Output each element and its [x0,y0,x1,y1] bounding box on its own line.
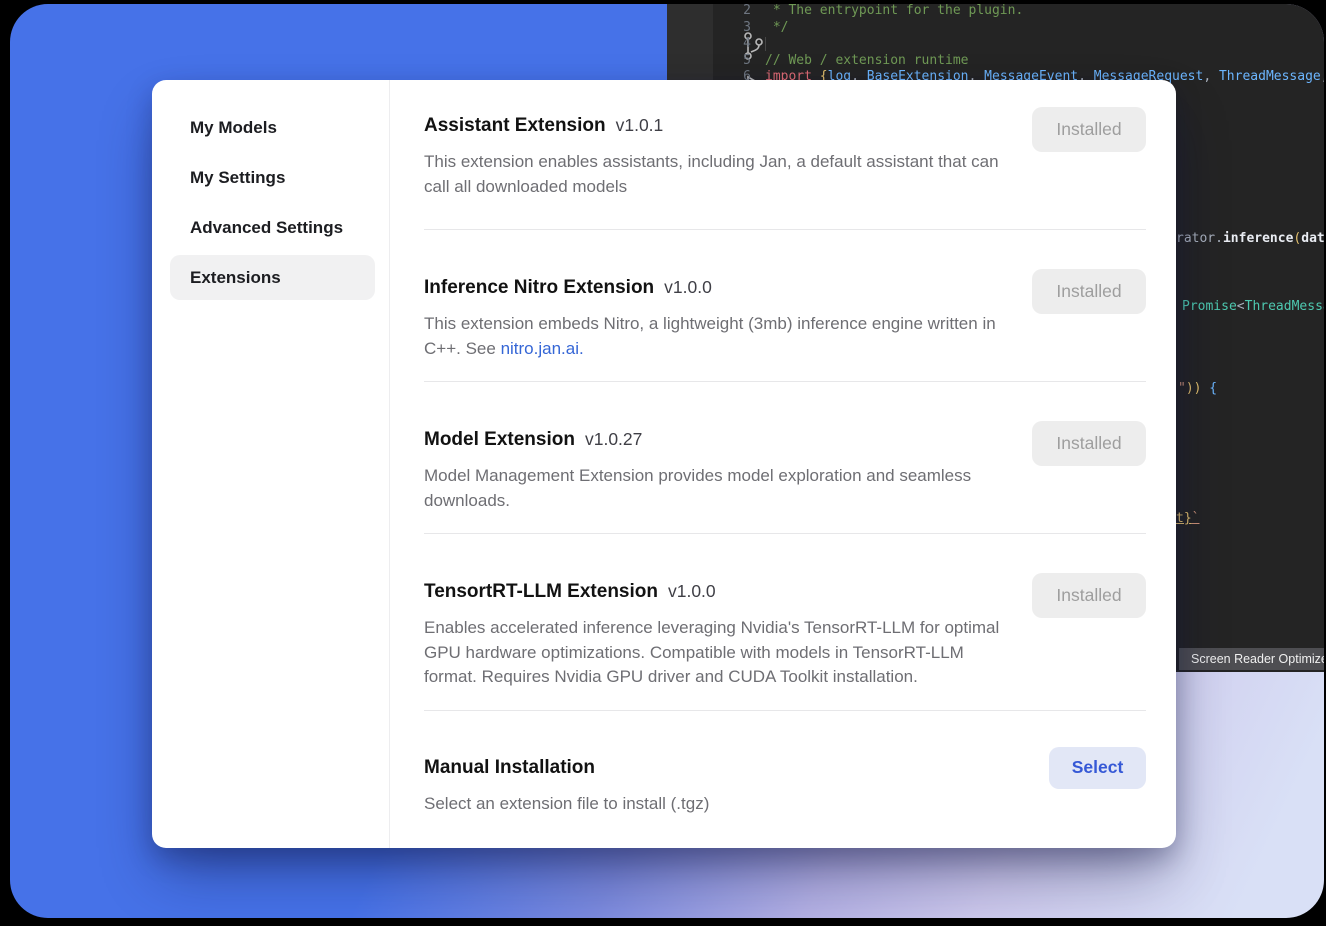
extension-row-tensortrt-llm-extension: TensortRT-LLM Extension v1.0.0 Enables acc… [424,534,1146,711]
sidebar-item-advanced-settings[interactable]: Advanced Settings [170,205,375,250]
sidebar-item-extensions[interactable]: Extensions [170,255,375,300]
extension-action: Installed [1032,274,1146,314]
extension-name: TensortRT-LLM Extension [424,581,658,602]
extension-description: Model Management Extension provides mode… [424,464,1009,513]
extension-description: Enables accelerated inference leveraging… [424,616,1009,690]
extension-title: TensortRT-LLM Extension v1.0.0 [424,578,1009,605]
code-fragment: rator.inference(data)); [1176,230,1324,247]
extension-action: Installed [1032,578,1146,618]
sidebar-item-my-models[interactable]: My Models [170,105,375,150]
extension-description: This extension embeds Nitro, a lightweig… [424,312,1009,361]
extension-title: Model Extension v1.0.27 [424,426,1009,453]
settings-sidebar: My Models My Settings Advanced Settings Ext… [152,80,390,848]
code-line: 3 */ [667,19,1324,36]
extension-name: Model Extension [424,429,575,450]
sidebar-item-my-settings[interactable]: My Settings [170,155,375,200]
extension-version: v1.0.0 [668,581,716,601]
extension-version: v1.0.27 [585,429,642,449]
extension-info: Manual Installation Select an extension f… [424,755,1009,817]
link-nitro-jan-ai[interactable]: nitro.jan.ai. [501,339,584,358]
extension-action: Select [1032,755,1146,789]
extensions-list: Assistant Extension v1.0.1 This extension … [390,80,1176,848]
extension-name: Manual Installation [424,757,595,778]
installed-button[interactable]: Installed [1032,573,1146,618]
code-line: 2 * The entrypoint for the plugin. [667,4,1324,19]
extension-info: Model Extension v1.0.27 Model Management E… [424,426,1009,513]
extension-action: Installed [1032,426,1146,466]
app-window: 2 * The entrypoint for the plugin.3 */45… [10,4,1324,918]
extension-version: v1.0.0 [664,277,712,297]
extension-version: v1.0.1 [616,115,664,135]
select-button[interactable]: Select [1049,747,1146,789]
extension-name: Assistant Extension [424,115,606,136]
extension-row-model-extension: Model Extension v1.0.27 Model Management E… [424,382,1146,534]
extension-action: Installed [1032,112,1146,152]
extension-description: This extension enables assistants, inclu… [424,150,1009,199]
extension-info: TensortRT-LLM Extension v1.0.0 Enables acc… [424,578,1009,690]
extension-row-manual-installation: Manual Installation Select an extension f… [424,711,1146,837]
code-fragment: Promise<ThreadMessage> [1182,298,1324,315]
extension-name: Inference Nitro Extension [424,277,654,298]
extension-info: Inference Nitro Extension v1.0.0 This exte… [424,274,1009,361]
code-line: 4 [667,35,1324,52]
statusbar-tab-screen-reader[interactable]: Screen Reader Optimized [1179,648,1324,670]
installed-button[interactable]: Installed [1032,107,1146,152]
extension-description: Select an extension file to install (.tg… [424,792,1009,817]
extension-row-inference-nitro-extension: Inference Nitro Extension v1.0.0 This exte… [424,230,1146,382]
extension-title: Assistant Extension v1.0.1 [424,112,1009,139]
installed-button[interactable]: Installed [1032,421,1146,466]
extension-info: Assistant Extension v1.0.1 This extension … [424,112,1009,199]
extension-title: Inference Nitro Extension v1.0.0 [424,274,1009,301]
extension-title: Manual Installation [424,755,1009,781]
code-fragment: t}` [1176,510,1199,527]
settings-panel: My Models My Settings Advanced Settings Ext… [152,80,1176,848]
extension-row-assistant-extension: Assistant Extension v1.0.1 This extension … [424,80,1146,230]
code-line: 5// Web / extension runtime [667,52,1324,69]
code-fragment: ")) { [1178,380,1217,397]
installed-button[interactable]: Installed [1032,269,1146,314]
